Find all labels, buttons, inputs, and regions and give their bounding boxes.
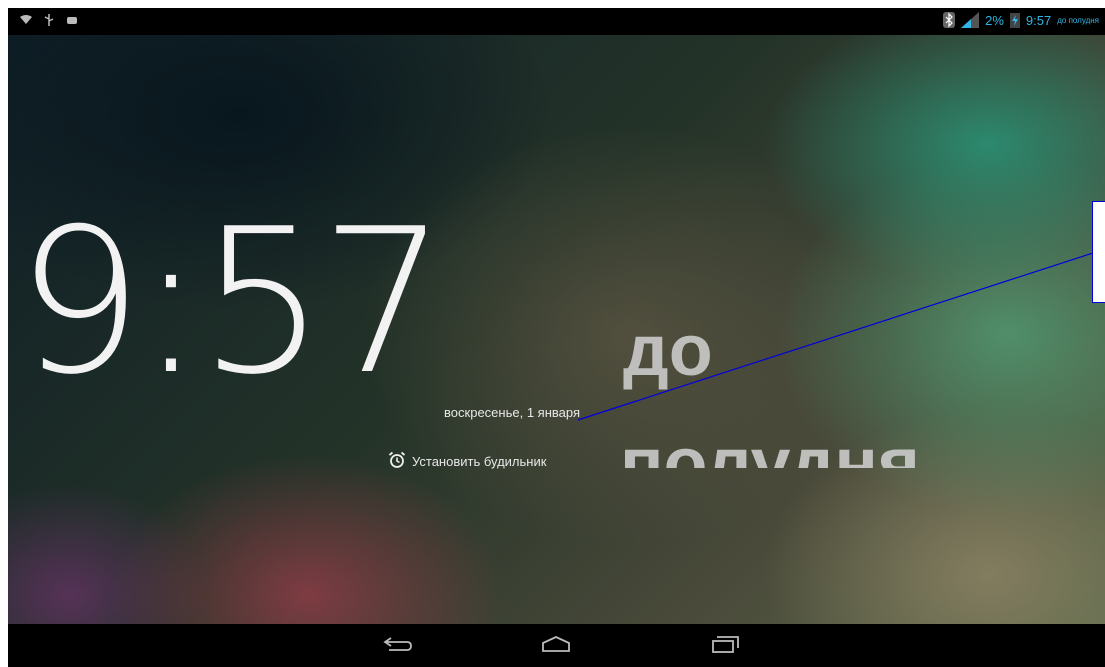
set-alarm-button[interactable]: Установить будильник xyxy=(388,451,546,472)
set-alarm-label: Установить будильник xyxy=(412,454,547,469)
recent-apps-icon xyxy=(709,634,743,659)
status-bar: 2% 9:57 до полудня xyxy=(8,8,1105,35)
notification-icons xyxy=(20,14,78,26)
home-button[interactable] xyxy=(536,632,576,660)
alarm-clock-icon xyxy=(388,451,406,472)
system-status: 2% 9:57 до полудня xyxy=(943,12,1099,28)
recent-apps-button[interactable] xyxy=(706,632,746,660)
signal-icon xyxy=(961,12,980,28)
status-time: 9:57 xyxy=(1025,12,1052,28)
lockscreen-date: воскресенье, 1 января xyxy=(444,405,580,420)
clock-am-pm-line1: до xyxy=(623,311,713,391)
navigation-bar xyxy=(8,624,1105,667)
clock-am-pm-line2: полудня xyxy=(620,428,920,468)
battery-charging-icon xyxy=(1009,12,1020,28)
annotation-callout-box xyxy=(1092,201,1105,303)
battery-percent: 2% xyxy=(985,12,1004,28)
lockscreen-clock: 9:57 xyxy=(16,186,447,419)
back-icon xyxy=(381,634,415,659)
android-debug-icon xyxy=(66,15,78,25)
status-time-suffix: до полудня xyxy=(1057,15,1099,25)
usb-icon xyxy=(44,14,54,26)
android-screen: 2% 9:57 до полудня 9:57 до полудня воскр… xyxy=(8,8,1105,667)
wifi-icon xyxy=(20,15,32,25)
back-button[interactable] xyxy=(378,632,418,660)
lockscreen-wallpaper: 9:57 до полудня воскресенье, 1 января Ус… xyxy=(8,35,1105,624)
bluetooth-icon xyxy=(943,12,956,28)
home-icon xyxy=(539,634,573,659)
